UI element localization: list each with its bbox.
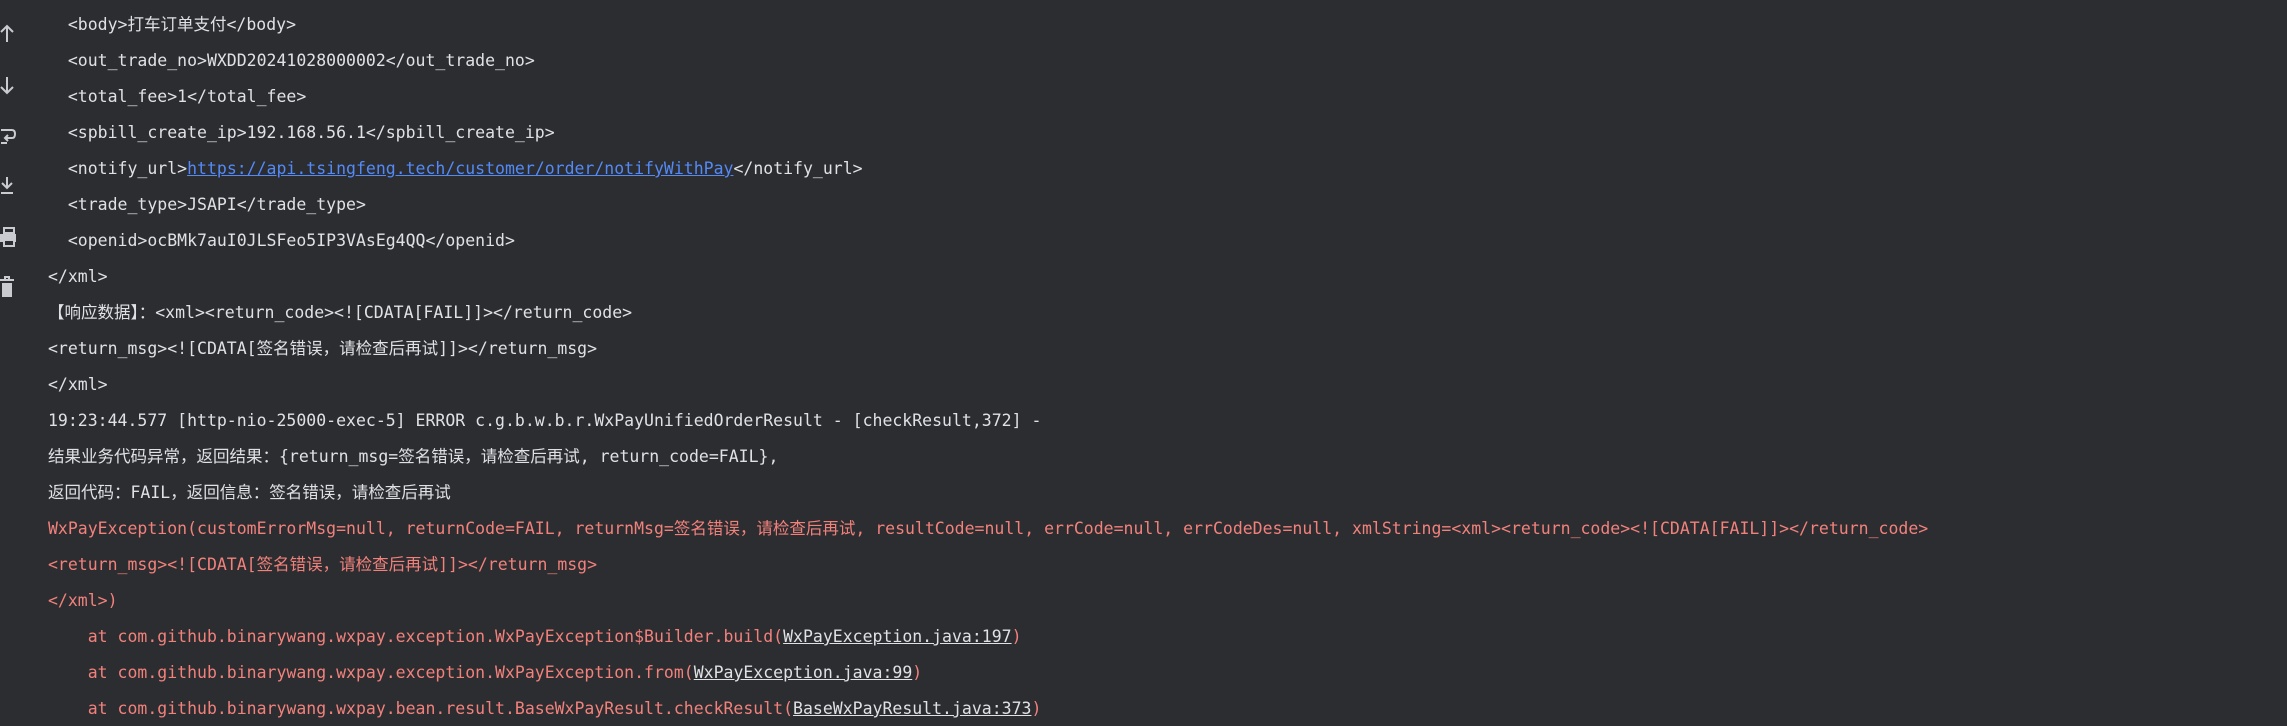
console-output[interactable]: <body>打车订单支付</body> <out_trade_no>WXDD20… bbox=[31, 0, 2287, 726]
notify-url-link[interactable]: https://api.tsingfeng.tech/customer/orde… bbox=[187, 159, 733, 178]
log-line: 【响应数据】：<xml><return_code><![CDATA[FAIL]]… bbox=[48, 303, 633, 322]
scroll-up-icon[interactable] bbox=[0, 22, 16, 46]
log-line: <out_trade_no>WXDD20241028000002</out_tr… bbox=[48, 51, 535, 70]
trace-text: ) bbox=[1011, 627, 1022, 646]
scroll-to-end-icon[interactable] bbox=[0, 174, 16, 198]
source-file-link[interactable]: BaseWxPayResult.java:373 bbox=[793, 699, 1031, 718]
log-line: <openid>ocBMk7auI0JLSFeo5IP3VAsEg4QQ</op… bbox=[48, 231, 515, 250]
log-line: <trade_type>JSAPI</trade_type> bbox=[48, 195, 366, 214]
exception-line: </xml>) bbox=[48, 591, 118, 610]
log-line: </xml> bbox=[48, 375, 108, 394]
trace-text: ) bbox=[912, 663, 923, 682]
source-file-link[interactable]: WxPayException.java:99 bbox=[694, 663, 913, 682]
stack-trace-line: at com.github.binarywang.wxpay.exception… bbox=[48, 619, 1022, 655]
stack-trace-line: at com.github.binarywang.wxpay.exception… bbox=[48, 655, 922, 691]
log-text: <notify_url> bbox=[48, 159, 188, 178]
log-line: 结果业务代码异常，返回结果：{return_msg=签名错误，请检查后再试, r… bbox=[48, 447, 779, 466]
console-toolbar bbox=[0, 0, 31, 726]
exception-line: <return_msg><![CDATA[签名错误，请检查后再试]]></ret… bbox=[48, 555, 598, 574]
scroll-down-icon[interactable] bbox=[0, 73, 16, 97]
log-line: 返回代码：FAIL，返回信息：签名错误，请检查后再试 bbox=[48, 483, 451, 502]
log-line: <spbill_create_ip>192.168.56.1</spbill_c… bbox=[48, 123, 555, 142]
source-file-link[interactable]: WxPayException.java:197 bbox=[783, 627, 1011, 646]
clear-all-icon[interactable] bbox=[0, 275, 16, 299]
trace-text: at com.github.binarywang.wxpay.exception… bbox=[48, 627, 784, 646]
soft-wrap-icon[interactable] bbox=[0, 124, 16, 148]
log-line: <total_fee>1</total_fee> bbox=[48, 87, 307, 106]
log-line: <return_msg><![CDATA[签名错误，请检查后再试]]></ret… bbox=[48, 339, 598, 358]
trace-text: at com.github.binarywang.wxpay.exception… bbox=[48, 663, 694, 682]
log-line-notify-url: <notify_url>https://api.tsingfeng.tech/c… bbox=[48, 151, 863, 187]
log-line-error: 19:23:44.577 [http-nio-25000-exec-5] ERR… bbox=[48, 411, 1042, 430]
trace-text: ) bbox=[1031, 699, 1042, 718]
run-console-window: <body>打车订单支付</body> <out_trade_no>WXDD20… bbox=[0, 0, 2287, 726]
trace-text: at com.github.binarywang.wxpay.bean.resu… bbox=[48, 699, 794, 718]
exception-line: WxPayException(customErrorMsg=null, retu… bbox=[48, 519, 1929, 538]
log-text: </notify_url> bbox=[733, 159, 863, 178]
log-line: <body>打车订单支付</body> bbox=[48, 15, 297, 34]
print-icon[interactable] bbox=[0, 225, 16, 249]
stack-trace-line: at com.github.binarywang.wxpay.bean.resu… bbox=[48, 691, 1042, 726]
log-line: </xml> bbox=[48, 267, 108, 286]
